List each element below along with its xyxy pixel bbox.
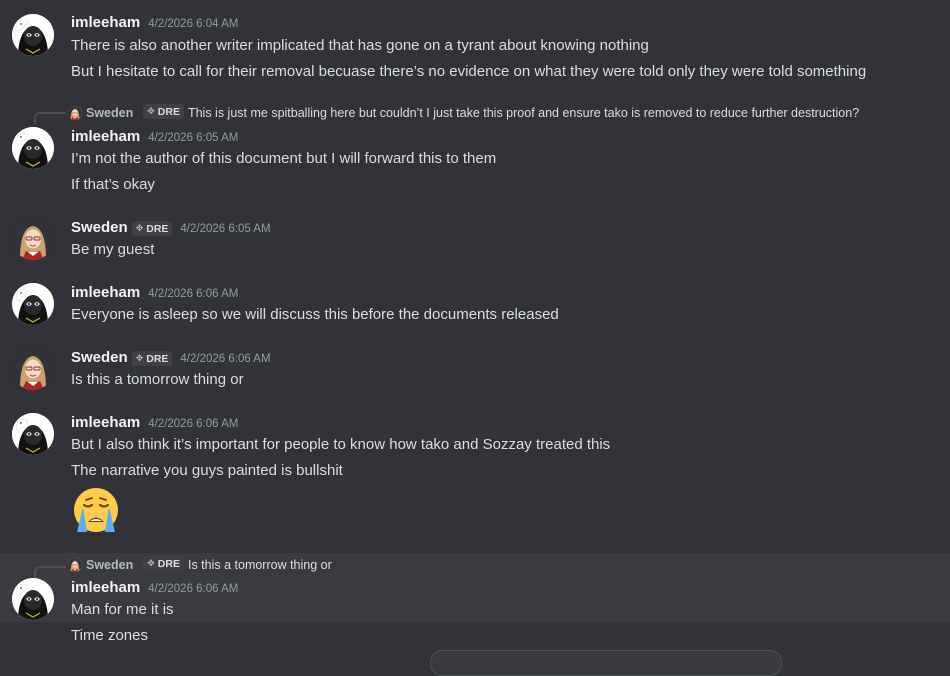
timestamp[interactable]: 4/2/2026 6:04 AM [148,18,238,30]
author-name[interactable]: imleeham [71,414,140,431]
timestamp[interactable]: 4/2/2026 6:06 AM [180,353,270,365]
avatar-sweden[interactable] [12,348,54,390]
author-name[interactable]: imleeham [71,284,140,301]
message-header: Sweden ✥ DRE 4/2/2026 6:06 AM [71,349,271,367]
tag-icon: ✥ [135,223,144,233]
author-name[interactable]: imleeham [71,14,140,31]
message-text: Time zones [71,627,148,644]
timestamp[interactable]: 4/2/2026 6:06 AM [148,583,238,595]
message-text: But I hesitate to call for their removal… [71,63,867,80]
avatar-imleeham[interactable] [12,578,54,620]
reply-text[interactable]: Is this a tomorrow thing or [188,558,332,572]
timestamp[interactable]: 4/2/2026 6:06 AM [148,288,238,300]
guild-tag: ✥ DRE [143,104,184,119]
message-header: imleeham 4/2/2026 6:06 AM [71,579,238,596]
reply-preview[interactable]: Sweden ✥ DRE This is just me spitballing … [36,104,859,120]
message-text: There is also another writer implicated … [71,37,649,54]
tag-icon: ✥ [147,558,155,568]
guild-tag: ✥ DRE [131,221,173,236]
timestamp[interactable]: 4/2/2026 6:05 AM [148,132,238,144]
message-header: imleeham 4/2/2026 6:06 AM [71,414,238,431]
avatar-imleeham[interactable] [12,413,54,455]
avatar-imleeham[interactable] [12,127,54,169]
reply-author[interactable]: Sweden [86,558,133,572]
guild-tag: ✥ DRE [143,556,184,571]
message-header: imleeham 4/2/2026 6:05 AM [71,128,238,145]
avatar-sweden[interactable] [12,218,54,260]
message-text: I’m not the author of this document but … [71,150,497,167]
author-name[interactable]: Sweden [71,219,128,236]
tag-icon: ✥ [135,353,144,363]
tag-icon: ✥ [147,106,155,116]
message-header: Sweden ✥ DRE 4/2/2026 6:05 AM [71,219,271,237]
jump-to-present-bar[interactable] [430,650,782,676]
avatar-imleeham[interactable] [12,14,54,56]
author-name[interactable]: Sweden [71,349,128,366]
reply-avatar [68,557,82,572]
author-name[interactable]: imleeham [71,128,140,145]
reply-avatar [68,105,82,120]
loudly-crying-face-icon[interactable] [71,486,121,536]
message-header: imleeham 4/2/2026 6:04 AM [71,14,238,31]
author-name[interactable]: imleeham [71,579,140,596]
message-text: Is this a tomorrow thing or [71,371,244,388]
guild-tag: ✥ DRE [131,351,173,366]
message-text: Man for me it is [71,601,174,618]
message-text: Be my guest [71,241,155,258]
message-text: Everyone is asleep so we will discuss th… [71,306,559,323]
timestamp[interactable]: 4/2/2026 6:06 AM [148,418,238,430]
message-header: imleeham 4/2/2026 6:06 AM [71,284,238,301]
reply-author[interactable]: Sweden [86,106,133,120]
message-text: The narrative you guys painted is bullsh… [71,462,343,479]
avatar-imleeham[interactable] [12,283,54,325]
message-text: If that’s okay [71,176,155,193]
message-text: But I also think it’s important for peop… [71,436,611,453]
timestamp[interactable]: 4/2/2026 6:05 AM [180,223,270,235]
reply-preview[interactable]: Sweden ✥ DRE Is this a tomorrow thing or [36,556,332,572]
reply-text[interactable]: This is just me spitballing here but cou… [188,106,859,120]
